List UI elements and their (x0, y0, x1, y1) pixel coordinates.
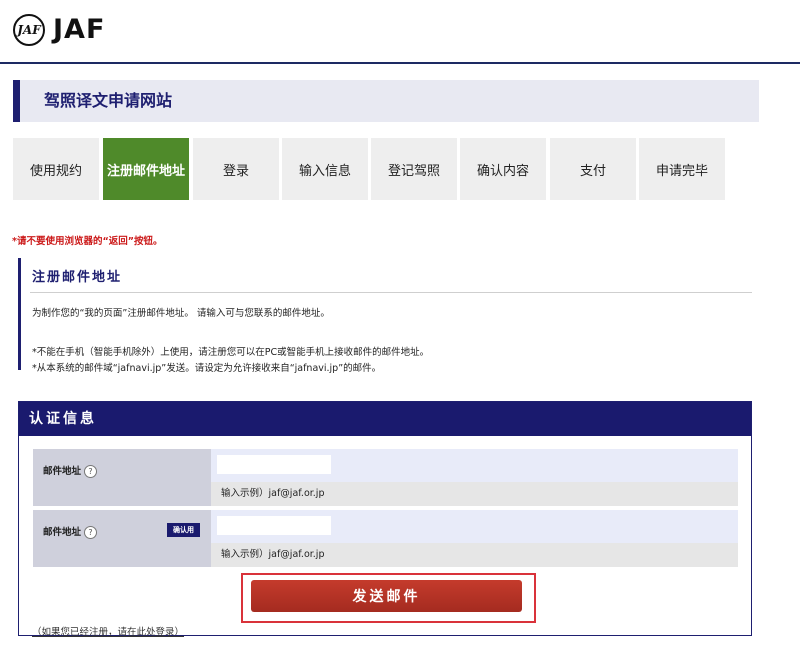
header-divider (0, 62, 800, 64)
header: JAF JAF (0, 0, 800, 62)
email-row: 邮件地址? 输入示例）jaf@jaf.or.jp (33, 449, 738, 506)
email-input[interactable] (217, 455, 331, 474)
email-input-cell (211, 449, 738, 482)
section-note-mobile: *不能在手机（智能手机除外）上使用，请注册您可以在PC或智能手机上接收邮件的邮件… (32, 347, 430, 358)
site-title-bar: 驾照译文申请网站 (13, 80, 759, 122)
step-register-email: 注册邮件地址 (103, 138, 189, 200)
step-complete: 申请完毕 (639, 138, 725, 200)
confirm-badge: 确认用 (167, 523, 200, 537)
jaf-logo[interactable]: JAF (53, 13, 105, 47)
email-label-text: 邮件地址 (43, 466, 82, 477)
jaf-emblem-icon: JAF (13, 14, 45, 46)
email-label: 邮件地址? (43, 463, 98, 478)
section-divider (30, 292, 752, 293)
email-example: 输入示例）jaf@jaf.or.jp (211, 482, 738, 506)
help-icon[interactable]: ? (84, 526, 98, 539)
step-input-info: 输入信息 (282, 138, 368, 200)
email-confirm-label-cell: 邮件地址? 确认用 (33, 510, 211, 567)
section-note-domain: *从本系统的邮件域“jafnavi.jp”发送。请设定为允许接收来自“jafna… (32, 363, 382, 374)
email-confirm-row: 邮件地址? 确认用 输入示例）jaf@jaf.or.jp (33, 510, 738, 567)
email-confirm-example: 输入示例）jaf@jaf.or.jp (211, 543, 738, 567)
site-title: 驾照译文申请网站 (44, 91, 173, 110)
back-button-warning: *请不要使用浏览器的“返回”按钮。 (12, 236, 163, 247)
help-icon[interactable]: ? (84, 465, 98, 478)
login-link[interactable]: （如果您已经注册，请在此处登录） (32, 624, 184, 638)
send-email-button[interactable]: 发送邮件 (251, 580, 522, 612)
email-confirm-label: 邮件地址? (43, 524, 98, 539)
step-terms: 使用规约 (13, 138, 99, 200)
section-intro: 为制作您的“我的页面”注册邮件地址。 请输入可与您联系的邮件地址。 (32, 308, 330, 319)
section-accent-bar (18, 258, 21, 370)
auth-info-header: 认证信息 (19, 402, 751, 436)
step-register-license: 登记驾照 (371, 138, 457, 200)
step-confirm: 确认内容 (460, 138, 546, 200)
email-confirm-input-cell (211, 510, 738, 543)
step-payment: 支付 (550, 138, 636, 200)
email-label-cell: 邮件地址? (33, 449, 211, 506)
section-title: 注册邮件地址 (32, 270, 123, 285)
step-login: 登录 (193, 138, 279, 200)
email-confirm-input[interactable] (217, 516, 331, 535)
email-confirm-label-text: 邮件地址 (43, 527, 82, 538)
